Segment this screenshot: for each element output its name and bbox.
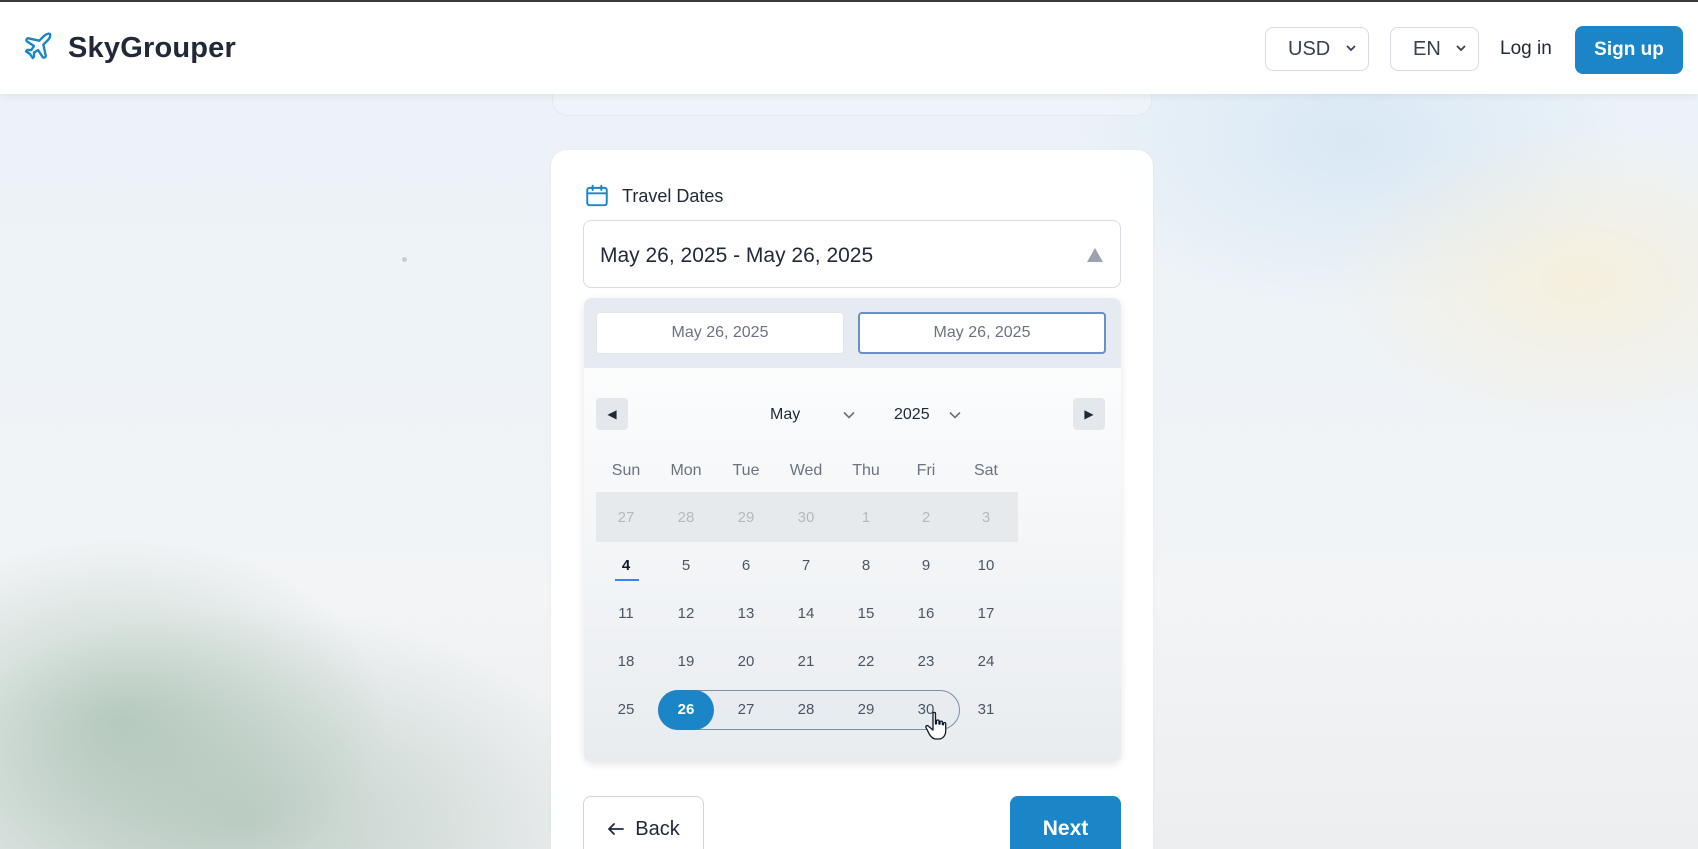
calendar-day-outside-month[interactable]: 1	[836, 497, 896, 537]
calendar-day[interactable]: 12	[656, 593, 716, 633]
start-date-input[interactable]: May 26, 2025	[596, 312, 844, 354]
signup-button[interactable]: Sign up	[1575, 26, 1683, 74]
back-button[interactable]: Back	[583, 796, 704, 849]
calendar-day[interactable]: 25	[596, 689, 656, 729]
triangle-left-icon: ◀	[607, 407, 617, 421]
year-select[interactable]: 2025	[894, 406, 930, 424]
date-range-field[interactable]: May 26, 2025 - May 26, 2025	[583, 220, 1121, 288]
calendar-day[interactable]: 13	[716, 593, 776, 633]
weekday-label: Fri	[916, 462, 936, 479]
calendar-day[interactable]: 8	[836, 545, 896, 585]
calendar-day[interactable]: 6	[716, 545, 776, 585]
background-speck	[402, 257, 407, 262]
calendar-day[interactable]: 9	[896, 545, 956, 585]
date-range-value: May 26, 2025 - May 26, 2025	[600, 244, 874, 267]
calendar-day[interactable]: 20	[716, 641, 776, 681]
calendar-day[interactable]: 7	[776, 545, 836, 585]
calendar-day[interactable]: 16	[896, 593, 956, 633]
calendar-day[interactable]: 27	[716, 689, 776, 729]
airplane-icon	[22, 30, 54, 67]
calendar-day[interactable]: 26	[656, 689, 716, 729]
calendar-day[interactable]: 31	[956, 689, 1016, 729]
triangle-right-icon: ▶	[1084, 407, 1094, 421]
weekday-label: Thu	[852, 462, 880, 479]
calendar-day[interactable]: 29	[836, 689, 896, 729]
brand-logo[interactable]: SkyGrouper	[22, 30, 236, 67]
arrow-left-icon	[608, 823, 625, 835]
weekday-label: Sun	[611, 462, 641, 479]
currency-select[interactable]: USD	[1265, 27, 1369, 71]
calendar-day[interactable]: 28	[776, 689, 836, 729]
next-button[interactable]: Next	[1010, 796, 1121, 849]
calendar-day[interactable]: 18	[596, 641, 656, 681]
calendar-day-outside-month[interactable]: 2	[896, 497, 956, 537]
travel-dates-label: Travel Dates	[584, 183, 723, 209]
caret-up-icon	[1087, 248, 1103, 262]
calendar-day[interactable]: 19	[656, 641, 716, 681]
language-value: EN	[1413, 37, 1441, 60]
chevron-down-icon[interactable]	[948, 408, 962, 422]
end-date-input[interactable]: May 26, 2025	[858, 312, 1106, 354]
chevron-down-icon	[1346, 45, 1356, 52]
hand-pointer-cursor-icon	[925, 711, 947, 740]
calendar-day[interactable]: 17	[956, 593, 1016, 633]
weekday-label: Sat	[973, 462, 998, 479]
login-link[interactable]: Log in	[1500, 38, 1552, 60]
travel-dates-title: Travel Dates	[622, 185, 724, 206]
brand-name: SkyGrouper	[68, 32, 236, 64]
calendar-day[interactable]: 21	[776, 641, 836, 681]
calendar-day[interactable]: 14	[776, 593, 836, 633]
weekday-label: Tue	[732, 462, 760, 479]
date-picker-popup: May 26, 2025 May 26, 2025 ◀ May 2025 ▶ S…	[584, 298, 1121, 762]
calendar-day[interactable]: 11	[596, 593, 656, 633]
calendar-day[interactable]: 15	[836, 593, 896, 633]
month-select[interactable]: May	[770, 406, 800, 424]
calendar-icon	[586, 184, 608, 207]
calendar-day-outside-month[interactable]: 27	[596, 497, 656, 537]
language-select[interactable]: EN	[1390, 27, 1479, 71]
calendar-day[interactable]: 4	[596, 545, 656, 585]
calendar-day-outside-month[interactable]: 30	[776, 497, 836, 537]
calendar-day[interactable]: 24	[956, 641, 1016, 681]
calendar-day-outside-month[interactable]: 28	[656, 497, 716, 537]
calendar-day[interactable]: 22	[836, 641, 896, 681]
currency-value: USD	[1288, 37, 1331, 60]
weekday-label: Wed	[789, 462, 823, 479]
calendar-day[interactable]: 10	[956, 545, 1016, 585]
prev-month-button[interactable]: ◀	[596, 398, 628, 430]
chevron-down-icon[interactable]	[842, 408, 856, 422]
top-navigation-bar: SkyGrouper USD EN Log in Sign up	[0, 0, 1698, 94]
calendar-day-outside-month[interactable]: 29	[716, 497, 776, 537]
calendar-day-outside-month[interactable]: 3	[956, 497, 1016, 537]
next-month-button[interactable]: ▶	[1073, 398, 1105, 430]
weekday-label: Mon	[670, 462, 702, 479]
back-label: Back	[635, 817, 680, 840]
calendar-day[interactable]: 23	[896, 641, 956, 681]
calendar-day[interactable]: 5	[656, 545, 716, 585]
chevron-down-icon	[1456, 45, 1466, 52]
